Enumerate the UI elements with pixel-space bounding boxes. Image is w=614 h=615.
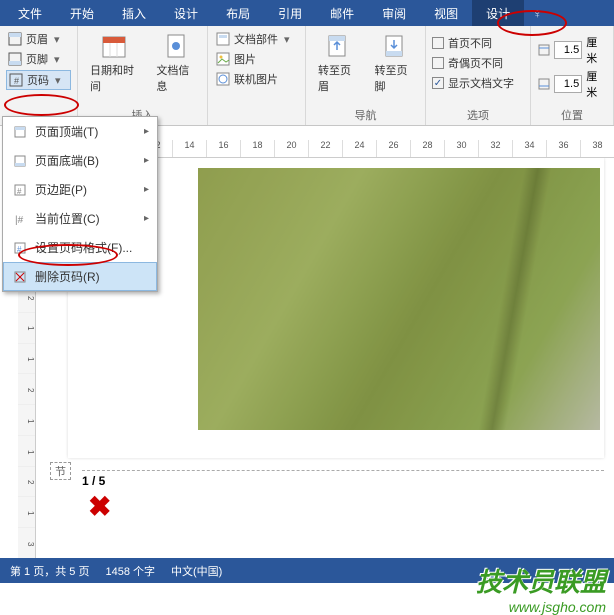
menu-home[interactable]: 开始 [56,0,108,26]
vruler-tick: 1 [18,435,35,466]
ruler-tick: 26 [376,140,410,157]
dropdown-page-margins[interactable]: # 页边距(P)▸ [3,175,157,204]
status-language[interactable]: 中文(中国) [171,563,222,579]
status-word-count[interactable]: 1458 个字 [105,563,155,579]
tell-me-icon[interactable]: ♀ [532,5,543,21]
datetime-button[interactable]: 日期和时间 [84,30,144,96]
header-distance-row: 厘米 [537,34,607,66]
svg-text:#: # [17,187,22,196]
vruler-tick: 2 [18,373,35,404]
page-margin-icon: # [13,183,27,197]
goto-header-button[interactable]: 转至页眉 [312,30,363,96]
status-page-info[interactable]: 第 1 页，共 5 页 [10,563,89,579]
group-nav-label: 导航 [306,107,425,123]
page-number-field[interactable]: 1 / 5 [82,474,105,488]
ruler-tick: 22 [308,140,342,157]
page-top-icon [13,125,27,139]
section-label: 节 [50,462,71,480]
watermark-text: 技术员联盟 [476,562,606,599]
svg-text:|#: |# [15,215,24,226]
picture-icon [216,52,230,66]
group-position-label: 位置 [531,107,613,123]
vruler-tick: 1 [18,404,35,435]
annotation-x-icon: ✖ [88,490,111,523]
current-position-icon: |# [13,212,27,226]
vruler-tick: 1 [18,343,35,374]
footer-distance-input[interactable] [554,75,582,93]
document-image [198,168,600,430]
ruler-tick: 18 [240,140,274,157]
ruler-tick: 16 [206,140,240,157]
vruler-tick: 1 [18,312,35,343]
onlinepic-icon [216,72,230,86]
group-options-label: 选项 [426,107,530,123]
menu-design[interactable]: 设计 [160,0,212,26]
footer-distance-row: 厘米 [537,68,607,100]
ruler-tick: 34 [512,140,546,157]
datetime-icon [100,32,128,60]
docinfo-button[interactable]: 文档信息 [150,30,201,96]
menu-layout[interactable]: 布局 [212,0,264,26]
dropdown-bottom-of-page[interactable]: 页面底端(B)▸ [3,146,157,175]
show-doc-text-checkbox[interactable]: ✓ 显示文档文字 [432,74,524,92]
ruler-tick: 28 [410,140,444,157]
ruler-tick: 14 [172,140,206,157]
page-number-dropdown: 页面顶端(T)▸ 页面底端(B)▸ # 页边距(P)▸ |# 当前位置(C)▸ … [2,116,158,292]
goto-footer-icon [380,32,408,60]
header-distance-icon [537,43,550,57]
checkbox-checked-icon: ✓ [432,77,444,89]
svg-text:#: # [17,245,22,254]
menu-insert[interactable]: 插入 [108,0,160,26]
picture-button[interactable]: 图片 [214,50,299,68]
dropdown-current-position[interactable]: |# 当前位置(C)▸ [3,204,157,233]
menu-review[interactable]: 审阅 [368,0,420,26]
menubar: 文件 开始 插入 设计 布局 引用 邮件 审阅 视图 设计 ♀ [0,0,614,26]
ruler-tick: 36 [546,140,580,157]
page-number-icon: # [9,73,23,87]
menu-file[interactable]: 文件 [4,0,56,26]
checkbox-icon [432,37,444,49]
header-distance-input[interactable] [554,41,582,59]
remove-page-number-icon [13,270,27,284]
goto-header-icon [323,32,351,60]
menu-view[interactable]: 视图 [420,0,472,26]
odd-even-diff-checkbox[interactable]: 奇偶页不同 [432,54,524,72]
docparts-icon [216,32,230,46]
ribbon: 页眉▾ 页脚▾ # 页码▾ 日期和时间 文档信息 插入 [0,26,614,126]
page-number-button[interactable]: # 页码▾ [6,70,71,90]
watermark: 技术员联盟 www.jsgho.com [476,562,606,615]
first-page-diff-checkbox[interactable]: 首页不同 [432,34,524,52]
dropdown-format-page-numbers[interactable]: # 设置页码格式(F)... [3,233,157,262]
footer-distance-icon [537,77,550,91]
menu-mailings[interactable]: 邮件 [316,0,368,26]
ruler-tick: 32 [478,140,512,157]
svg-text:#: # [14,76,19,86]
ruler-tick: 38 [580,140,614,157]
vruler-tick: 2 [18,466,35,497]
page-bottom-icon [13,154,27,168]
menu-references[interactable]: 引用 [264,0,316,26]
dropdown-top-of-page[interactable]: 页面顶端(T)▸ [3,117,157,146]
footer-icon [8,52,22,66]
menu-hf-design[interactable]: 设计 [472,0,524,26]
goto-footer-button[interactable]: 转至页脚 [369,30,420,96]
vruler-tick: 1 [18,496,35,527]
ruler-tick: 20 [274,140,308,157]
checkbox-icon [432,57,444,69]
vruler-tick: 3 [18,527,35,558]
header-icon [8,32,22,46]
ruler-tick: 24 [342,140,376,157]
dropdown-remove-page-numbers[interactable]: 删除页码(R) [3,262,157,291]
ruler-tick: 30 [444,140,478,157]
footer-button[interactable]: 页脚▾ [6,50,71,68]
docinfo-icon [162,32,190,60]
format-page-number-icon: # [13,241,27,255]
footer-zone[interactable] [82,470,604,490]
header-button[interactable]: 页眉▾ [6,30,71,48]
docparts-button[interactable]: 文档部件▾ [214,30,299,48]
onlinepic-button[interactable]: 联机图片 [214,70,299,88]
